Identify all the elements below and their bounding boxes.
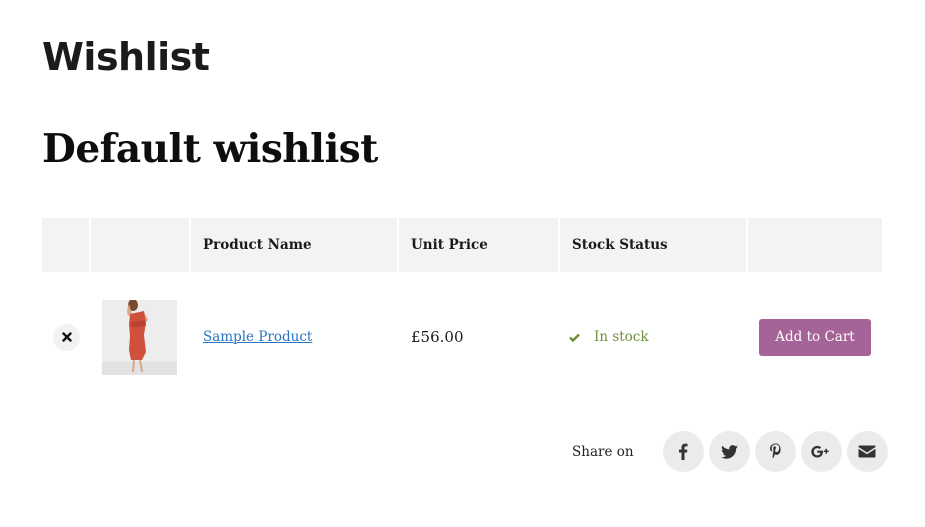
action-cell: Add to Cart <box>748 272 882 402</box>
twitter-icon <box>720 444 738 459</box>
share-section: Share on <box>572 431 888 472</box>
share-label: Share on <box>572 443 634 460</box>
table-header: Product Name Unit Price Stock Status <box>42 218 882 272</box>
stock-status-cell: In stock <box>560 272 748 402</box>
product-name-cell: Sample Product <box>191 272 399 402</box>
header-unit-price: Unit Price <box>399 218 560 272</box>
header-stock-status: Stock Status <box>560 218 748 272</box>
facebook-icon <box>679 443 688 460</box>
share-twitter-button[interactable] <box>708 431 750 472</box>
check-icon <box>569 333 580 342</box>
unit-price-cell: £56.00 <box>399 272 560 402</box>
envelope-icon <box>858 445 876 458</box>
share-facebook-button[interactable] <box>662 431 704 472</box>
stock-status-text: In stock <box>594 329 649 345</box>
header-product-name: Product Name <box>191 218 399 272</box>
pinterest-icon <box>769 443 781 459</box>
remove-item-button[interactable] <box>53 323 80 351</box>
add-to-cart-button[interactable]: Add to Cart <box>759 318 871 356</box>
page-title: Wishlist <box>42 35 210 79</box>
wishlist-title: Default wishlist <box>42 126 378 172</box>
header-actions <box>748 218 882 272</box>
close-icon <box>61 332 72 342</box>
product-thumbnail[interactable] <box>102 299 177 375</box>
share-google-plus-button[interactable] <box>800 431 842 472</box>
unit-price: £56.00 <box>411 328 464 346</box>
google-plus-icon <box>811 445 829 458</box>
header-thumbnail <box>91 218 191 272</box>
header-remove <box>42 218 91 272</box>
remove-cell <box>42 272 91 402</box>
stock-status: In stock <box>569 329 649 345</box>
table-row: Sample Product £56.00 In stock Add to Ca… <box>42 272 882 402</box>
thumbnail-cell <box>91 272 191 402</box>
share-email-button[interactable] <box>846 431 888 472</box>
product-name-link[interactable]: Sample Product <box>203 329 312 345</box>
share-pinterest-button[interactable] <box>754 431 796 472</box>
red-dress-image <box>102 299 177 375</box>
wishlist-table: Product Name Unit Price Stock Status Sam… <box>42 218 882 402</box>
